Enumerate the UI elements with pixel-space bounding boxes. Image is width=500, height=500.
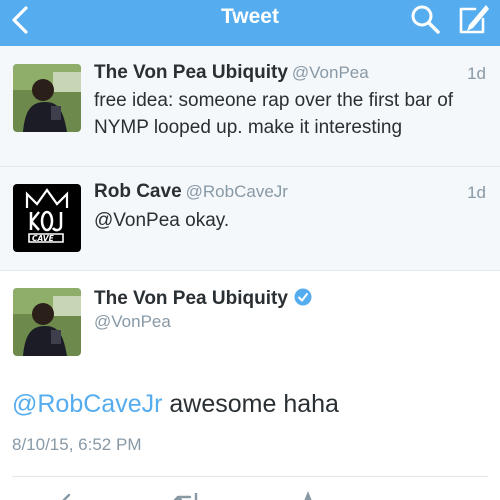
tweet-author[interactable]: The Von Pea Ubiquity: [94, 288, 312, 310]
tweet-author[interactable]: The Von Pea Ubiquity @VonPea: [94, 62, 369, 84]
avatar[interactable]: CAVE: [13, 184, 81, 252]
context-tweet[interactable]: CAVE Rob Cave @RobCaveJr 1d @VonPea okay.: [0, 166, 500, 270]
author-handle[interactable]: @VonPea: [94, 312, 171, 332]
tweet-text-body: awesome haha: [162, 390, 339, 418]
conversation-context: The Von Pea Ubiquity @VonPea 1d free idea…: [0, 46, 500, 270]
compose-icon[interactable]: [455, 1, 491, 37]
svg-text:CAVE: CAVE: [32, 234, 55, 243]
chevron-left-icon[interactable]: [4, 2, 44, 42]
avatar[interactable]: [13, 288, 81, 356]
tweet-text: @VonPea okay.: [94, 210, 230, 231]
author-handle: @VonPea: [291, 63, 369, 82]
author-name: The Von Pea Ubiquity: [94, 62, 288, 83]
search-icon[interactable]: [407, 1, 443, 37]
author-name: Rob Cave: [94, 181, 182, 202]
author-name: The Von Pea Ubiquity: [94, 288, 288, 309]
focused-tweet: The Von Pea Ubiquity @VonPea @RobCaveJr …: [0, 270, 500, 500]
context-tweet[interactable]: The Von Pea Ubiquity @VonPea 1d free idea…: [0, 46, 500, 166]
mention-link[interactable]: @RobCaveJr: [12, 390, 162, 418]
reply-icon[interactable]: [55, 489, 85, 500]
tweet-timestamp: 8/10/15, 6:52 PM: [12, 435, 142, 454]
top-navigation-bar: Tweet: [0, 0, 500, 46]
retweet-icon[interactable]: [172, 489, 202, 500]
verified-badge-icon: [294, 288, 312, 306]
author-handle: @RobCaveJr: [185, 182, 288, 201]
tweet-time: 1d: [467, 64, 486, 83]
tweet-text: free idea: someone rap over the first ba…: [94, 90, 454, 138]
tweet-author[interactable]: Rob Cave @RobCaveJr: [94, 181, 288, 203]
tweet-text: @RobCaveJr awesome haha: [12, 390, 339, 419]
favorite-icon[interactable]: [293, 489, 323, 500]
avatar[interactable]: [13, 64, 81, 132]
tweet-time: 1d: [467, 183, 486, 202]
divider: [12, 476, 488, 477]
